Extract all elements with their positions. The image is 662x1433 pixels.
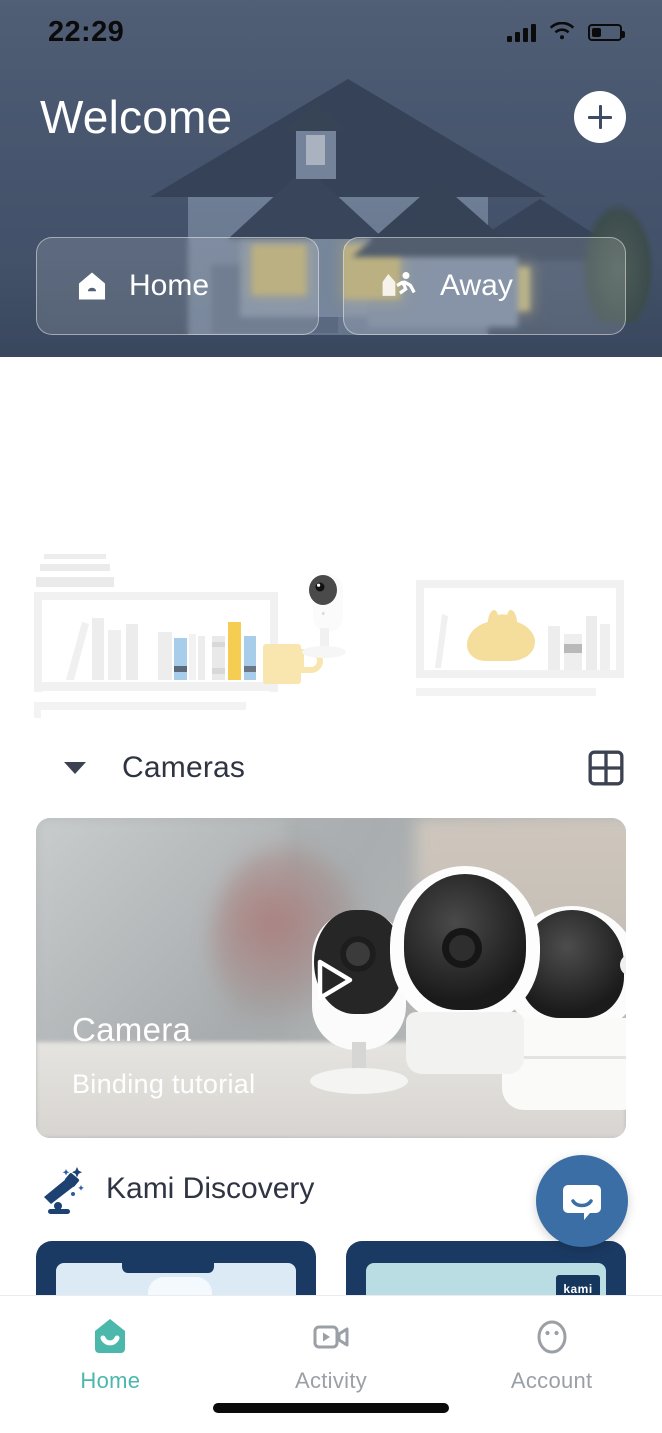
mode-label-away: Away	[440, 269, 513, 302]
kami-logo-text: kami	[563, 1282, 593, 1296]
chat-support-button[interactable]	[536, 1155, 628, 1247]
play-button[interactable]	[292, 942, 368, 1018]
app-screen: Welcome Home Away 22:29 Cameras Camera B…	[0, 0, 662, 1433]
tab-label-account: Account	[510, 1368, 593, 1393]
video-camera-icon	[313, 1325, 349, 1349]
house-icon	[78, 272, 106, 300]
mode-label-home: Home	[129, 269, 210, 302]
header-hero: Welcome Home Away 22:29	[0, 0, 662, 357]
wifi-icon	[549, 22, 575, 40]
status-clock: 22:29	[48, 15, 125, 48]
face-smile-icon	[537, 1320, 567, 1354]
tab-label-activity: Activity	[294, 1368, 368, 1393]
tutorial-subtitle: Binding tutorial	[72, 1069, 256, 1099]
kami-discovery-title: Kami Discovery	[106, 1172, 315, 1205]
running-person-icon	[382, 271, 416, 296]
play-triangle-icon	[317, 959, 353, 1001]
tab-label-home: Home	[80, 1368, 141, 1393]
tab-home[interactable]: Home	[0, 1296, 221, 1433]
grid-layout-icon[interactable]	[586, 748, 626, 788]
home-smile-icon	[95, 1319, 126, 1353]
cameras-section-header[interactable]: Cameras	[0, 742, 662, 794]
tutorial-title: Camera	[72, 1011, 192, 1048]
chat-smile-bubble-icon	[563, 1185, 601, 1220]
mode-buttons: Home Away	[0, 237, 662, 335]
telescope-sparkle-icon	[44, 1167, 84, 1214]
cellular-signal-icon	[507, 23, 536, 42]
page-title: Welcome	[40, 91, 233, 143]
battery-low-icon	[588, 23, 625, 41]
header-title-row: Welcome	[0, 90, 662, 144]
plus-icon	[588, 105, 612, 129]
status-bar: 22:29	[0, 0, 662, 64]
mode-button-away[interactable]: Away	[343, 237, 626, 335]
cameras-section-title: Cameras	[122, 751, 246, 784]
chevron-down-icon[interactable]	[64, 762, 86, 774]
empty-state-illustration	[0, 552, 662, 718]
kami-discovery-header[interactable]: Kami Discovery	[36, 1163, 314, 1215]
tab-account[interactable]: Account	[441, 1296, 662, 1433]
home-indicator	[213, 1403, 449, 1413]
add-device-button[interactable]	[574, 91, 626, 143]
mode-button-home[interactable]: Home	[36, 237, 319, 335]
